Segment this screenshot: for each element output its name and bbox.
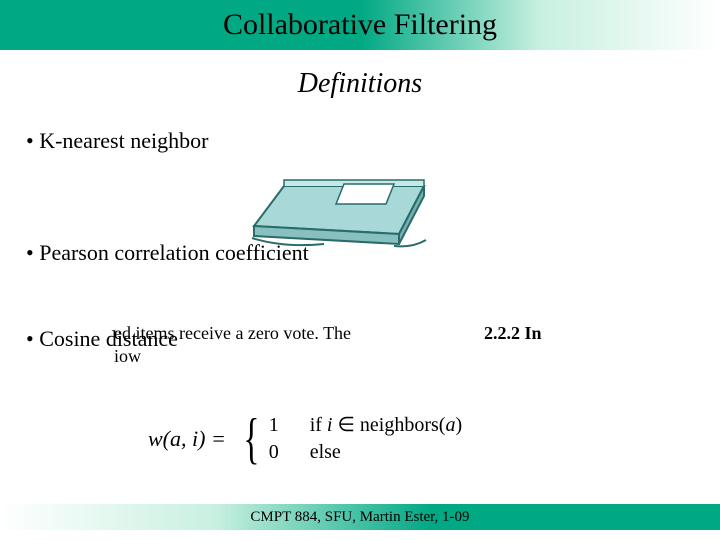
fragment-line2: iow [114,345,574,368]
case2-condition: else [310,441,341,463]
footer-text: CMPT 884, SFU, Martin Ester, 1-09 [250,509,469,526]
case1-condition: if i ∈ neighbors(a) [310,414,462,436]
footer-bar: CMPT 884, SFU, Martin Ester, 1-09 [0,504,720,530]
book-icon [244,156,444,258]
header-bar: Collaborative Filtering [0,0,720,50]
brace-icon: { [243,417,259,462]
case-2: 0 else [269,439,462,466]
formula-cases: 1 if i ∈ neighbors(a) 0 else [269,412,462,466]
case-1: 1 if i ∈ neighbors(a) [269,412,462,439]
formula-lhs: w(a, i) = [148,426,226,452]
bullet-knn: • K-nearest neighbor [26,128,694,154]
case1-value: 1 [269,412,287,439]
fragment-right: 2.2.2 In [484,322,542,345]
slide-subtitle: Definitions [0,68,720,100]
text-fragment: ed items receive a zero vote. The iow 2.… [114,322,574,367]
slide-title: Collaborative Filtering [223,8,497,42]
formula-wai: w(a, i) = { 1 if i ∈ neighbors(a) 0 else [148,412,462,466]
case2-value: 0 [269,439,287,466]
